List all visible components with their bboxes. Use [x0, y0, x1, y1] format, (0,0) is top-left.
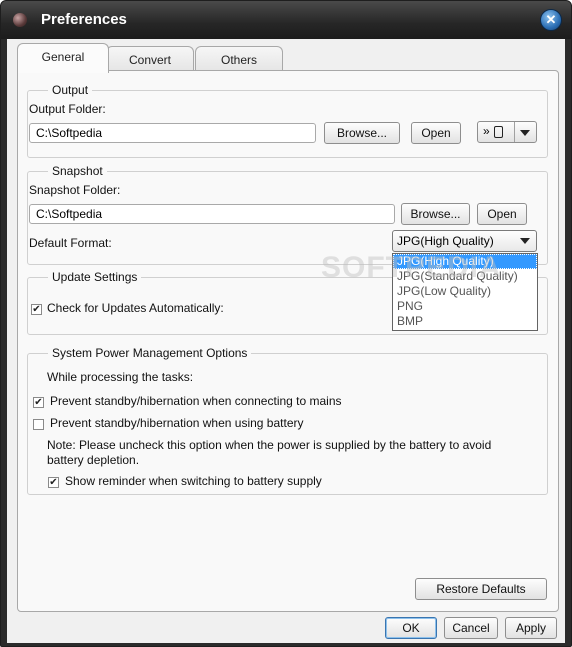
cancel-button[interactable]: Cancel [444, 617, 498, 639]
output-folder-label: Output Folder: [29, 102, 106, 116]
power-note-line2: battery depletion. [47, 453, 140, 467]
tab-general[interactable]: General [17, 43, 109, 73]
output-group: Output Output Folder: C:\Softpedia Brows… [27, 83, 548, 158]
battery-reminder-checkbox[interactable]: ✔ [48, 477, 59, 488]
power-note-line1: Note: Please uncheck this option when th… [47, 438, 492, 452]
snapshot-group-title: Snapshot [48, 164, 107, 178]
close-icon: ✕ [545, 12, 557, 27]
prevent-mains-checkbox[interactable]: ✔ [33, 397, 44, 408]
auto-update-label: Check for Updates Automatically: [47, 301, 224, 315]
checkmark-icon: ✔ [49, 477, 58, 488]
apply-button[interactable]: Apply [505, 617, 557, 639]
checkmark-icon: ✔ [32, 304, 41, 315]
battery-reminder-label: Show reminder when switching to battery … [65, 474, 322, 488]
default-format-label: Default Format: [29, 236, 112, 250]
restore-defaults-button[interactable]: Restore Defaults [415, 578, 547, 600]
device-icon [494, 126, 503, 138]
snapshot-folder-label: Snapshot Folder: [29, 183, 121, 197]
preferences-window: Preferences ✕ General Convert Others Out… [0, 0, 572, 647]
tab-convert[interactable]: Convert [106, 46, 194, 73]
prevent-mains-label: Prevent standby/hibernation when connect… [50, 394, 342, 408]
output-group-title: Output [48, 83, 93, 97]
auto-update-checkbox[interactable]: ✔ [31, 304, 42, 315]
update-group-title: Update Settings [48, 270, 142, 284]
close-button[interactable]: ✕ [540, 9, 562, 31]
title-bar: Preferences ✕ [1, 1, 571, 39]
device-button-divider [514, 122, 515, 142]
snapshot-folder-input[interactable]: C:\Softpedia [29, 204, 395, 224]
default-format-selected: JPG(High Quality) [397, 234, 494, 248]
prevent-battery-checkbox[interactable] [33, 419, 44, 430]
output-open-button[interactable]: Open [411, 122, 461, 144]
output-browse-button[interactable]: Browse... [324, 122, 400, 144]
device-select-button[interactable]: » [477, 121, 537, 143]
chevron-down-icon [520, 238, 530, 244]
power-group-title: System Power Management Options [48, 346, 252, 360]
ok-button[interactable]: OK [385, 617, 437, 639]
general-panel: Output Output Folder: C:\Softpedia Brows… [17, 70, 559, 612]
watermark: SOFTPEDIA [321, 251, 502, 284]
window-title: Preferences [41, 11, 127, 28]
app-icon [13, 13, 27, 27]
checkmark-icon: ✔ [34, 397, 43, 408]
prevent-battery-label: Prevent standby/hibernation when using b… [50, 416, 304, 430]
double-chevron-icon: » [483, 124, 490, 138]
power-group: System Power Management Options While pr… [27, 346, 548, 495]
format-option[interactable]: BMP [393, 314, 537, 329]
output-folder-input[interactable]: C:\Softpedia [29, 123, 316, 143]
format-option[interactable]: PNG [393, 299, 537, 314]
format-option[interactable]: JPG(Low Quality) [393, 284, 537, 299]
default-format-combo[interactable]: JPG(High Quality) [392, 230, 537, 252]
tab-others[interactable]: Others [195, 46, 283, 73]
snapshot-open-button[interactable]: Open [477, 203, 527, 225]
chevron-down-icon [520, 130, 530, 136]
power-intro-text: While processing the tasks: [47, 370, 194, 384]
snapshot-browse-button[interactable]: Browse... [401, 203, 470, 225]
